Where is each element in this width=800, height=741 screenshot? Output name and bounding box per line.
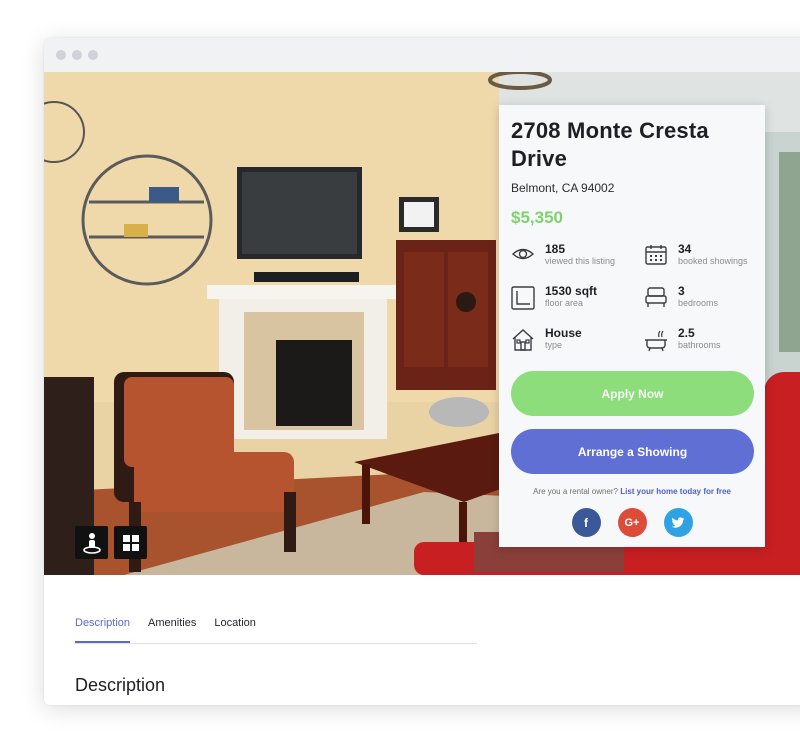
stat-label: type bbox=[545, 340, 563, 350]
facebook-share-button[interactable]: f bbox=[571, 508, 601, 537]
stat-label: bedrooms bbox=[678, 298, 719, 308]
listing-summary-card: 2708 Monte Cresta Drive Belmont, CA 9400… bbox=[499, 105, 765, 547]
listing-title: 2708 Monte Cresta Drive bbox=[511, 118, 709, 171]
stat-views: 185 viewed this listing bbox=[511, 242, 644, 269]
person-pin-icon bbox=[82, 532, 101, 554]
stat-value: 2.5 bbox=[678, 326, 695, 340]
stat-type: House type bbox=[511, 326, 644, 353]
window-close-dot[interactable] bbox=[56, 50, 66, 60]
window-titlebar bbox=[44, 38, 800, 72]
listing-price: $5,350 bbox=[511, 208, 563, 227]
google-plus-share-button[interactable]: G+ bbox=[617, 508, 647, 537]
window-maximize-dot[interactable] bbox=[88, 50, 98, 60]
stat-bathrooms: 2.5 bathrooms bbox=[644, 326, 765, 353]
eye-icon bbox=[511, 248, 535, 260]
stat-label: floor area bbox=[545, 298, 584, 308]
street-view-button[interactable] bbox=[75, 526, 108, 559]
owner-prompt: Are you a rental owner? List your home t… bbox=[511, 487, 753, 496]
bathtub-icon bbox=[645, 330, 667, 352]
stat-value: 34 bbox=[678, 242, 692, 256]
section-heading: Description bbox=[75, 675, 166, 695]
floor-area-icon bbox=[511, 286, 535, 310]
apply-now-button[interactable]: Apply Now bbox=[511, 371, 754, 416]
calendar-icon bbox=[645, 245, 667, 265]
listing-stats: 185 viewed this listing 34 booked showin… bbox=[511, 242, 753, 353]
social-share: f G+ bbox=[511, 508, 753, 537]
owner-prompt-text: Are you a rental owner? bbox=[533, 487, 618, 496]
twitter-share-button[interactable] bbox=[663, 508, 693, 537]
grid-icon bbox=[122, 534, 139, 551]
tab-description[interactable]: Description bbox=[75, 618, 131, 643]
list-home-link[interactable]: List your home today for free bbox=[620, 487, 731, 496]
stat-showings: 34 booked showings bbox=[644, 242, 765, 269]
facebook-icon: f bbox=[584, 515, 588, 530]
house-icon bbox=[512, 329, 534, 351]
stat-value: House bbox=[545, 326, 582, 340]
listing-address: Belmont, CA 94002 bbox=[511, 181, 615, 195]
bed-icon bbox=[645, 287, 667, 307]
tab-location[interactable]: Location bbox=[214, 618, 256, 643]
stat-label: booked showings bbox=[678, 256, 748, 266]
stat-value: 185 bbox=[545, 242, 566, 256]
stat-floor-area: 1530 sqft floor area bbox=[511, 284, 644, 311]
stat-bedrooms: 3 bedrooms bbox=[644, 284, 765, 311]
arrange-showing-button[interactable]: Arrange a Showing bbox=[511, 429, 754, 474]
browser-window: 2708 Monte Cresta Drive Belmont, CA 9400… bbox=[44, 38, 800, 705]
stat-value: 3 bbox=[678, 284, 685, 298]
stat-label: bathrooms bbox=[678, 340, 721, 350]
stat-value: 1530 sqft bbox=[545, 284, 598, 298]
window-minimize-dot[interactable] bbox=[72, 50, 82, 60]
tab-amenities[interactable]: Amenities bbox=[148, 618, 196, 643]
detail-tabs: Description Amenities Location bbox=[75, 618, 477, 644]
twitter-icon bbox=[671, 516, 685, 528]
gallery-view-button[interactable] bbox=[114, 526, 147, 559]
stat-label: viewed this listing bbox=[545, 256, 616, 266]
google-plus-icon: G+ bbox=[624, 516, 640, 529]
